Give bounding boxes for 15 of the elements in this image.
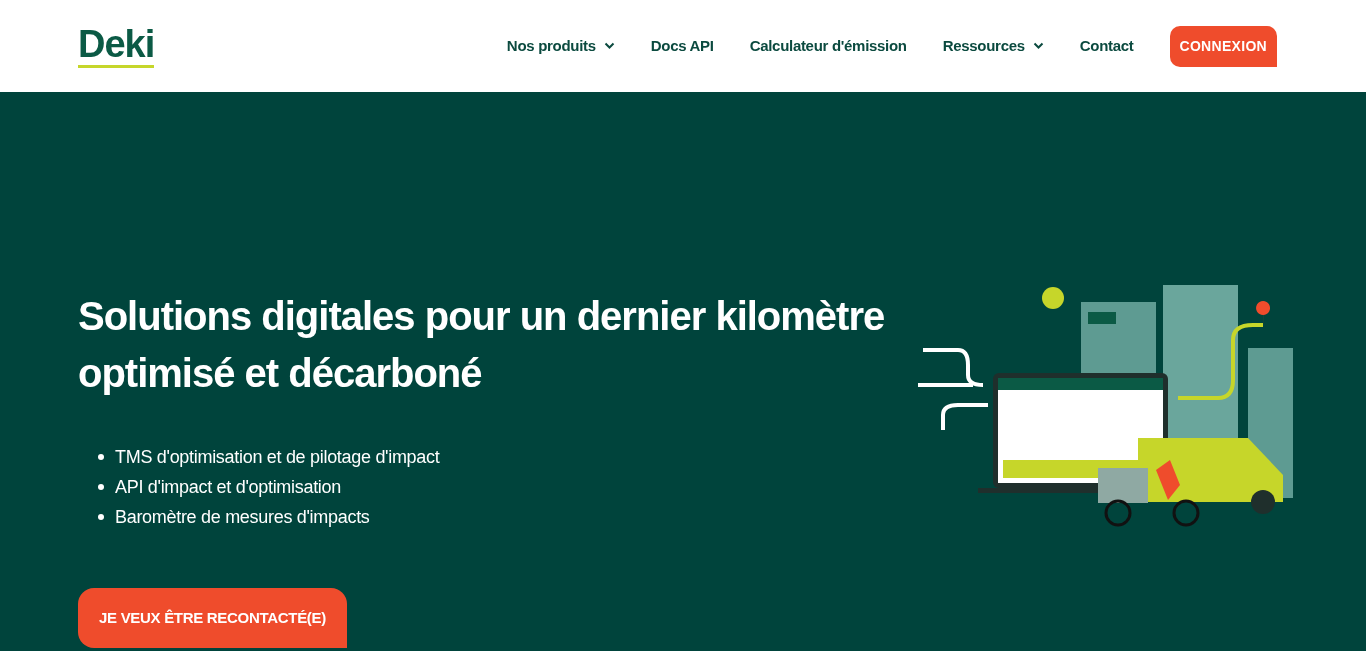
contact-button[interactable]: JE VEUX ÊTRE RECONTACTÉ(E) [78,588,347,648]
nav-dropdown[interactable]: Nos produits [506,34,615,58]
logo[interactable]: Deki [78,24,155,68]
nav-link[interactable]: Docs API [650,34,714,58]
feature-item: Baromètre de mesures d'impacts [115,506,370,529]
bullet-icon [98,514,104,520]
feature-item: TMS d'optimisation et de pilotage d'impact [115,446,440,469]
bullet-icon [98,484,104,490]
nav-dropdown[interactable]: Ressources [942,34,1044,58]
hero-title: Solutions digitales pour un dernier kilomètre optimisé et décarboné [78,293,886,397]
feature-item: API d'impact et d'optimisation [115,476,341,499]
bullet-icon [98,454,104,460]
nav-link[interactable]: Calculateur d'émission [749,34,907,58]
nav-link[interactable]: Contact [1079,34,1134,58]
login-button[interactable]: CONNEXION [1169,25,1277,67]
